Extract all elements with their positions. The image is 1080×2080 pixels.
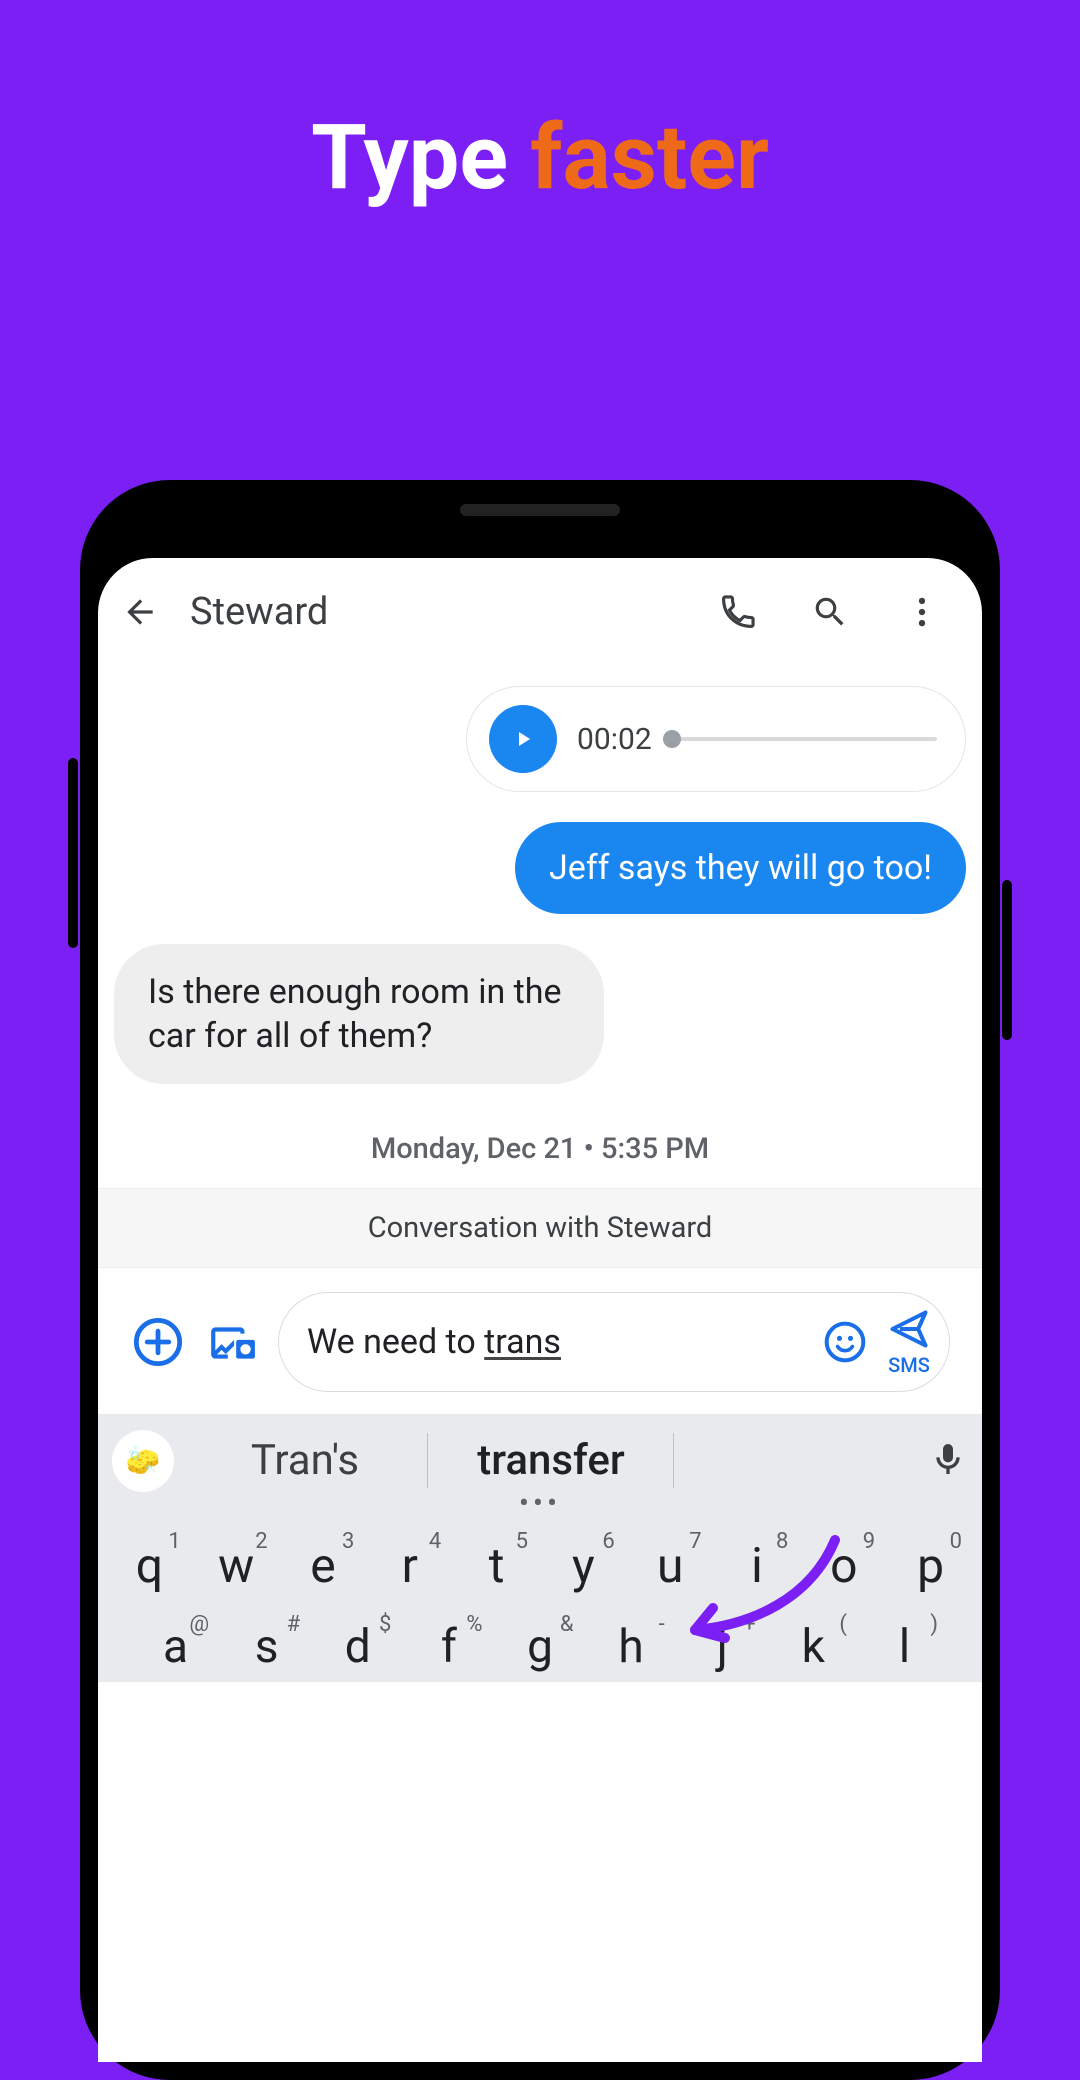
headline-word2: faster — [530, 105, 769, 210]
compose-text-prefix: We need to — [307, 1322, 484, 1362]
voice-message[interactable]: 00:02 — [466, 686, 966, 792]
back-button[interactable] — [108, 580, 172, 644]
keyboard-app-button[interactable]: 🧽 — [112, 1430, 174, 1492]
headline-word1: Type — [311, 105, 508, 210]
suggestion-2[interactable]: transfer — [428, 1426, 674, 1495]
message-row-received: Is there enough room in the car for all … — [114, 944, 966, 1084]
key-a[interactable]: @a — [130, 1612, 221, 1682]
headline: Type faster — [0, 0, 1080, 210]
arrow-left-icon — [121, 593, 159, 631]
voice-duration: 00:02 — [577, 722, 652, 757]
phone-icon — [719, 593, 757, 631]
sent-message[interactable]: Jeff says they will go too! — [515, 822, 966, 914]
keyboard: 🧽 Tran's transfer ••• 1q2w3e4r5t6y7u8i9o… — [98, 1414, 982, 1682]
search-icon — [811, 593, 849, 631]
contact-name[interactable]: Steward — [190, 590, 696, 634]
compose-row: We need to trans SMS — [114, 1268, 966, 1414]
appbar: Steward — [98, 558, 982, 666]
message-row-sent: Jeff says they will go too! — [114, 822, 966, 914]
key-e[interactable]: 3e — [280, 1529, 367, 1602]
key-i[interactable]: 8i — [714, 1529, 801, 1602]
key-k[interactable]: (k — [768, 1612, 859, 1682]
phone-frame: Steward 00:02 — [80, 480, 1000, 2080]
compose-text[interactable]: We need to trans — [307, 1322, 811, 1362]
conversation-with-banner: Conversation with Steward — [98, 1188, 982, 1268]
more-vert-icon — [903, 593, 941, 631]
send-button[interactable]: SMS — [887, 1307, 931, 1377]
plus-circle-icon — [132, 1316, 184, 1368]
conversation-area[interactable]: 00:02 Jeff says they will go too! Is the… — [98, 666, 982, 2062]
key-y[interactable]: 6y — [540, 1529, 627, 1602]
attach-button[interactable] — [130, 1314, 186, 1370]
key-d[interactable]: $d — [312, 1612, 403, 1682]
timestamp: Monday, Dec 21 • 5:35 PM — [114, 1132, 966, 1166]
emoji-button[interactable] — [823, 1320, 867, 1364]
gallery-button[interactable] — [204, 1314, 260, 1370]
key-h[interactable]: -h — [586, 1612, 677, 1682]
compose-text-underlined: trans — [484, 1322, 561, 1362]
play-icon — [511, 727, 535, 751]
suggestion-bar: 🧽 Tran's transfer — [98, 1414, 982, 1501]
key-g[interactable]: &g — [494, 1612, 585, 1682]
key-o[interactable]: 9o — [800, 1529, 887, 1602]
key-w[interactable]: 2w — [193, 1529, 280, 1602]
call-button[interactable] — [706, 580, 770, 644]
phone-volume-button — [68, 758, 78, 948]
phone-power-button — [1002, 880, 1012, 1040]
suggestion-expand[interactable]: ••• — [98, 1501, 982, 1519]
key-j[interactable]: +j — [677, 1612, 768, 1682]
image-camera-icon — [207, 1317, 257, 1367]
smiley-icon — [823, 1320, 867, 1364]
phone-top-bezel — [98, 498, 982, 558]
microphone-icon — [928, 1439, 968, 1479]
key-r[interactable]: 4r — [366, 1529, 453, 1602]
play-button[interactable] — [489, 705, 557, 773]
send-label: SMS — [888, 1353, 930, 1377]
voice-typing-button[interactable] — [928, 1439, 968, 1483]
compose-input[interactable]: We need to trans SMS — [278, 1292, 950, 1392]
key-l[interactable]: )l — [859, 1612, 950, 1682]
key-p[interactable]: 0p — [887, 1529, 974, 1602]
suggestion-1[interactable]: Tran's — [182, 1426, 428, 1495]
phone-screen: Steward 00:02 — [98, 558, 982, 2062]
key-f[interactable]: %f — [403, 1612, 494, 1682]
keyboard-row-1: 1q2w3e4r5t6y7u8i9o0p — [98, 1519, 982, 1602]
key-u[interactable]: 7u — [627, 1529, 714, 1602]
voice-scrubber[interactable] — [672, 737, 937, 741]
suggestion-3-empty[interactable] — [674, 1426, 920, 1495]
key-t[interactable]: 5t — [453, 1529, 540, 1602]
key-q[interactable]: 1q — [106, 1529, 193, 1602]
eraser-icon: 🧽 — [126, 1444, 161, 1477]
key-s[interactable]: #s — [221, 1612, 312, 1682]
more-button[interactable] — [890, 580, 954, 644]
voice-message-row: 00:02 — [114, 686, 966, 792]
search-button[interactable] — [798, 580, 862, 644]
received-message[interactable]: Is there enough room in the car for all … — [114, 944, 604, 1084]
keyboard-row-2: @a#s$d%f&g-h+j(k)l — [98, 1602, 982, 1682]
send-icon — [887, 1307, 931, 1351]
